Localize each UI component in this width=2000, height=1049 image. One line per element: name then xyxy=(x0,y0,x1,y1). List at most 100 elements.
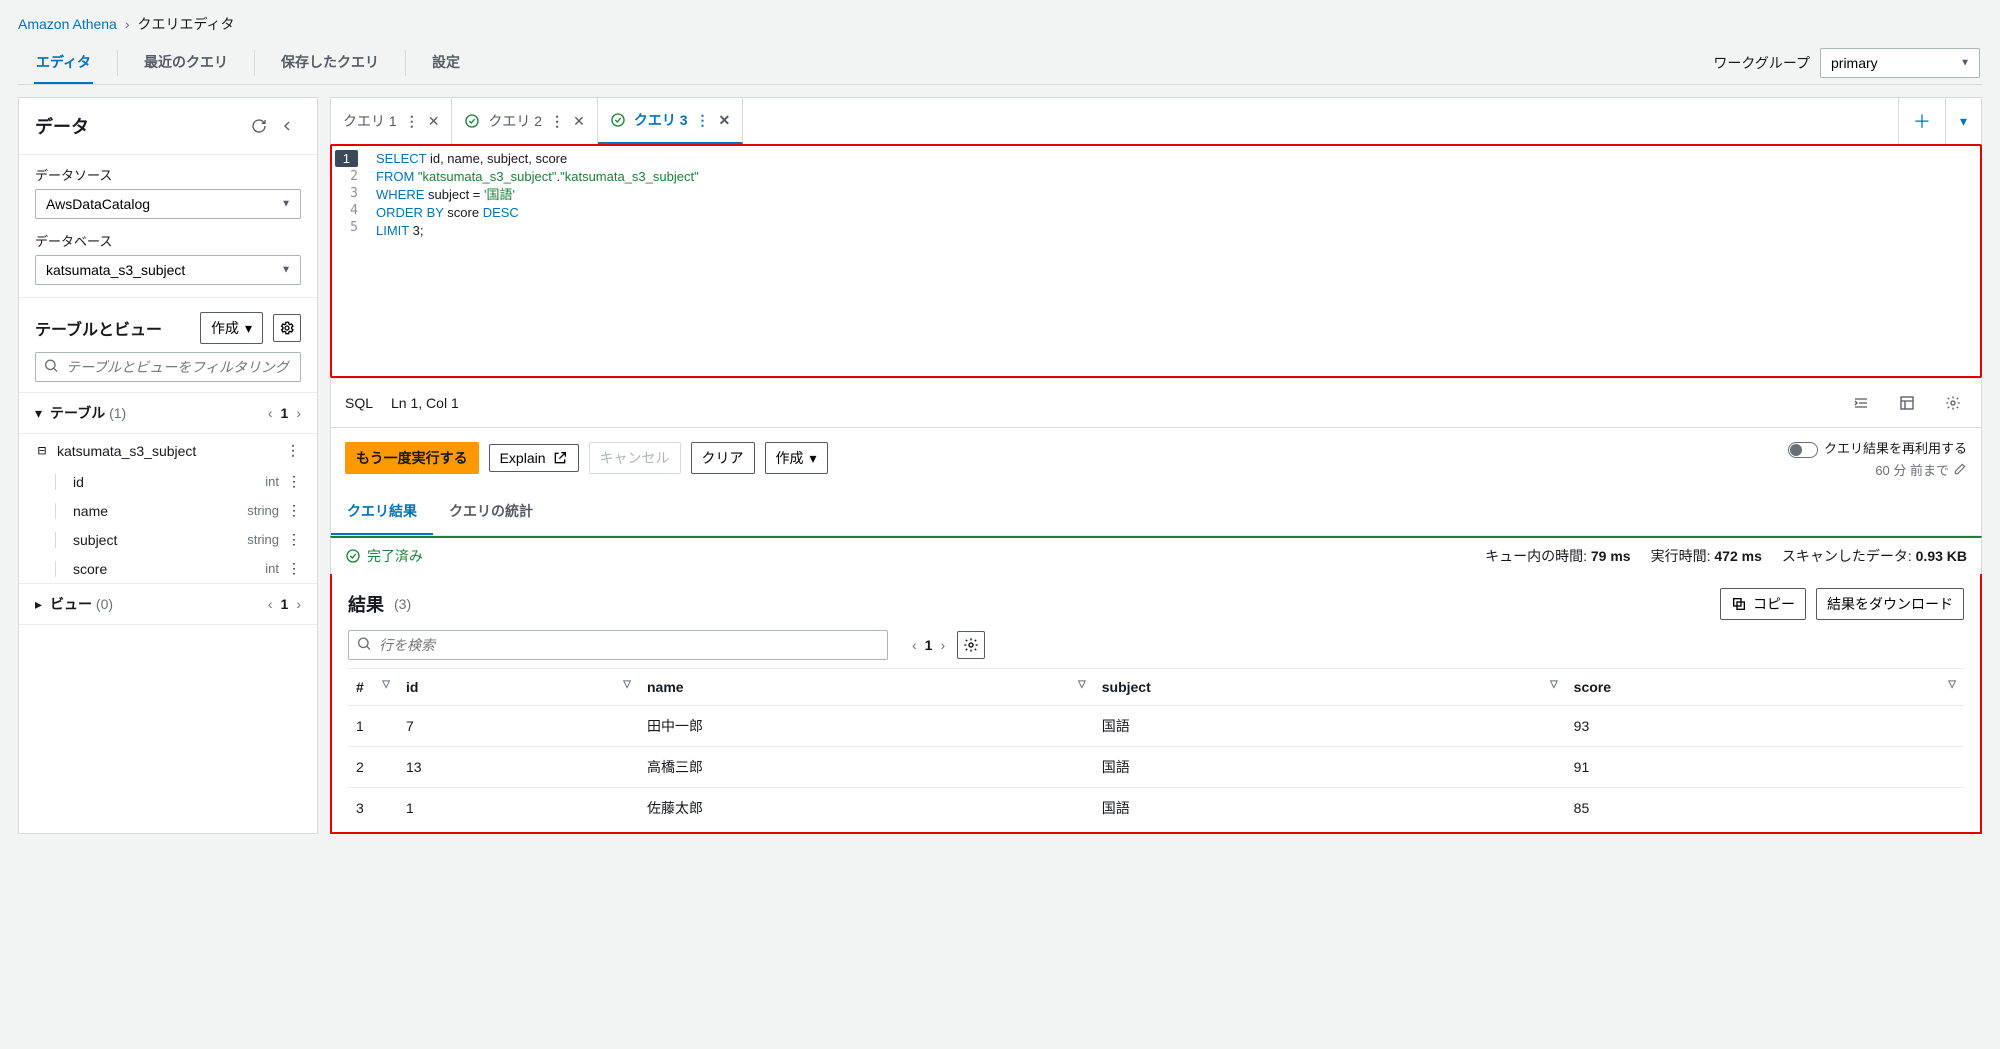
page-number: 1 xyxy=(281,405,289,421)
tab-menu-button[interactable]: ▾ xyxy=(1946,103,1981,140)
collapse-icon[interactable]: ⊟ xyxy=(35,443,49,459)
views-group-header[interactable]: ▸ ビュー (0) ‹ 1 › xyxy=(19,583,317,625)
edit-icon[interactable] xyxy=(1953,462,1967,476)
divider xyxy=(117,50,118,76)
more-icon[interactable]: ⋮ xyxy=(405,113,420,130)
table-row: 213高橋三郎国語91 xyxy=(348,746,1964,787)
caret-right-icon: ▸ xyxy=(35,596,42,613)
prev-page-icon[interactable]: ‹ xyxy=(268,596,273,612)
results-title: 結果 xyxy=(348,591,384,617)
format-button[interactable] xyxy=(1847,389,1875,417)
more-icon[interactable]: ⋮ xyxy=(287,502,301,519)
close-icon[interactable]: ✕ xyxy=(573,113,585,130)
col-score[interactable]: score▽ xyxy=(1566,668,1964,705)
sql-code[interactable]: SELECT id, name, subject, score FROM "ka… xyxy=(368,146,1980,376)
breadcrumb: Amazon Athena › クエリエディタ xyxy=(18,14,1982,34)
query-tab-1[interactable]: クエリ 1⋮✕ xyxy=(331,98,452,144)
divider xyxy=(405,50,406,76)
more-icon[interactable]: ⋮ xyxy=(287,473,301,490)
tab-saved-queries[interactable]: 保存したクエリ xyxy=(279,42,381,84)
database-select[interactable]: katsumata_s3_subject xyxy=(35,255,301,285)
tab-recent-queries[interactable]: 最近のクエリ xyxy=(142,42,230,84)
queue-time: キュー内の時間: 79 ms xyxy=(1485,546,1630,566)
results-count: (3) xyxy=(394,596,411,612)
database-label: データベース xyxy=(35,231,301,250)
chevron-right-icon: › xyxy=(125,16,130,32)
check-circle-icon xyxy=(345,548,361,564)
workgroup-label: ワークグループ xyxy=(1713,53,1810,73)
more-icon[interactable]: ⋮ xyxy=(287,531,301,548)
results-page: 1 xyxy=(925,637,933,653)
query-tab-2[interactable]: クエリ 2⋮✕ xyxy=(452,98,597,144)
column-row: namestring⋮ xyxy=(19,496,317,525)
breadcrumb-service-link[interactable]: Amazon Athena xyxy=(18,16,117,32)
prev-page-icon[interactable]: ‹ xyxy=(268,405,273,421)
workgroup-select[interactable]: primary xyxy=(1820,48,1980,78)
col-subject[interactable]: subject▽ xyxy=(1094,668,1566,705)
run-again-button[interactable]: もう一度実行する xyxy=(345,442,479,474)
close-icon[interactable]: ✕ xyxy=(719,112,731,129)
caret-down-icon: ▾ xyxy=(35,405,42,422)
more-icon[interactable]: ⋮ xyxy=(287,560,301,577)
sidebar-title: データ xyxy=(35,113,245,139)
status-completed: 完了済み xyxy=(345,546,423,566)
more-icon[interactable]: ⋮ xyxy=(550,113,565,130)
refresh-button[interactable] xyxy=(245,112,273,140)
editor-settings-button[interactable] xyxy=(1939,389,1967,417)
divider xyxy=(254,50,255,76)
explain-button[interactable]: Explain xyxy=(489,444,579,472)
query-tab-3[interactable]: クエリ 3⋮✕ xyxy=(598,98,743,144)
editor-cursor-pos: Ln 1, Col 1 xyxy=(391,395,459,411)
next-page-icon[interactable]: › xyxy=(940,637,945,653)
next-page-icon[interactable]: › xyxy=(296,596,301,612)
col-name[interactable]: name▽ xyxy=(639,668,1094,705)
check-circle-icon xyxy=(610,112,626,128)
download-results-button[interactable]: 結果をダウンロード xyxy=(1816,588,1964,620)
tab-query-stats[interactable]: クエリの統計 xyxy=(433,489,549,535)
table-row[interactable]: ⊟ katsumata_s3_subject ⋮ xyxy=(19,434,317,467)
sidebar-settings-button[interactable] xyxy=(273,314,301,342)
tab-settings[interactable]: 設定 xyxy=(430,42,462,84)
layout-button[interactable] xyxy=(1893,389,1921,417)
prev-page-icon[interactable]: ‹ xyxy=(912,637,917,653)
datasource-select[interactable]: AwsDataCatalog xyxy=(35,189,301,219)
table-row: 31佐藤太郎国語85 xyxy=(348,787,1964,828)
tab-editor[interactable]: エディタ xyxy=(34,42,93,84)
breadcrumb-page: クエリエディタ xyxy=(138,14,235,34)
external-link-icon xyxy=(552,450,568,466)
copy-button[interactable]: コピー xyxy=(1720,588,1806,620)
results-table: #▽ id▽ name▽ subject▽ score▽ 17田中一郎国語93 … xyxy=(348,668,1964,828)
tab-query-results[interactable]: クエリ結果 xyxy=(331,489,433,535)
sql-editor[interactable]: 12345 SELECT id, name, subject, score FR… xyxy=(330,144,1982,378)
indent-icon xyxy=(1853,395,1869,411)
chevron-left-icon xyxy=(279,118,295,134)
col-index[interactable]: #▽ xyxy=(348,668,398,705)
refresh-icon xyxy=(251,118,267,134)
datasource-label: データソース xyxy=(35,165,301,184)
col-id[interactable]: id▽ xyxy=(398,668,639,705)
line-gutter: 12345 xyxy=(332,146,368,376)
clear-button[interactable]: クリア xyxy=(691,442,755,474)
reuse-results-toggle[interactable] xyxy=(1788,442,1818,458)
results-search-input[interactable] xyxy=(348,630,888,660)
create-button[interactable]: 作成▾ xyxy=(765,442,828,474)
create-table-view-button[interactable]: 作成▾ xyxy=(200,312,263,344)
filter-tables-input[interactable] xyxy=(35,352,301,382)
add-query-tab-button[interactable]: ＋ xyxy=(1899,98,1946,144)
results-settings-button[interactable] xyxy=(957,631,985,659)
more-icon[interactable]: ⋮ xyxy=(286,442,301,459)
scanned-data: スキャンしたデータ: 0.93 KB xyxy=(1782,546,1967,566)
next-page-icon[interactable]: › xyxy=(296,405,301,421)
check-circle-icon xyxy=(464,113,480,129)
column-row: subjectstring⋮ xyxy=(19,525,317,554)
more-icon[interactable]: ⋮ xyxy=(696,112,711,129)
column-row: scoreint⋮ xyxy=(19,554,317,583)
close-icon[interactable]: ✕ xyxy=(428,113,440,130)
gear-icon xyxy=(963,637,979,653)
run-time: 実行時間: 472 ms xyxy=(1651,546,1762,566)
collapse-sidebar-button[interactable] xyxy=(273,112,301,140)
search-icon xyxy=(356,635,372,654)
table-row: 17田中一郎国語93 xyxy=(348,705,1964,746)
data-sidebar: データ データソース AwsDataCatalog データベース katsuma… xyxy=(18,97,318,834)
tables-group-header[interactable]: ▾ テーブル (1) ‹ 1 › xyxy=(19,392,317,434)
